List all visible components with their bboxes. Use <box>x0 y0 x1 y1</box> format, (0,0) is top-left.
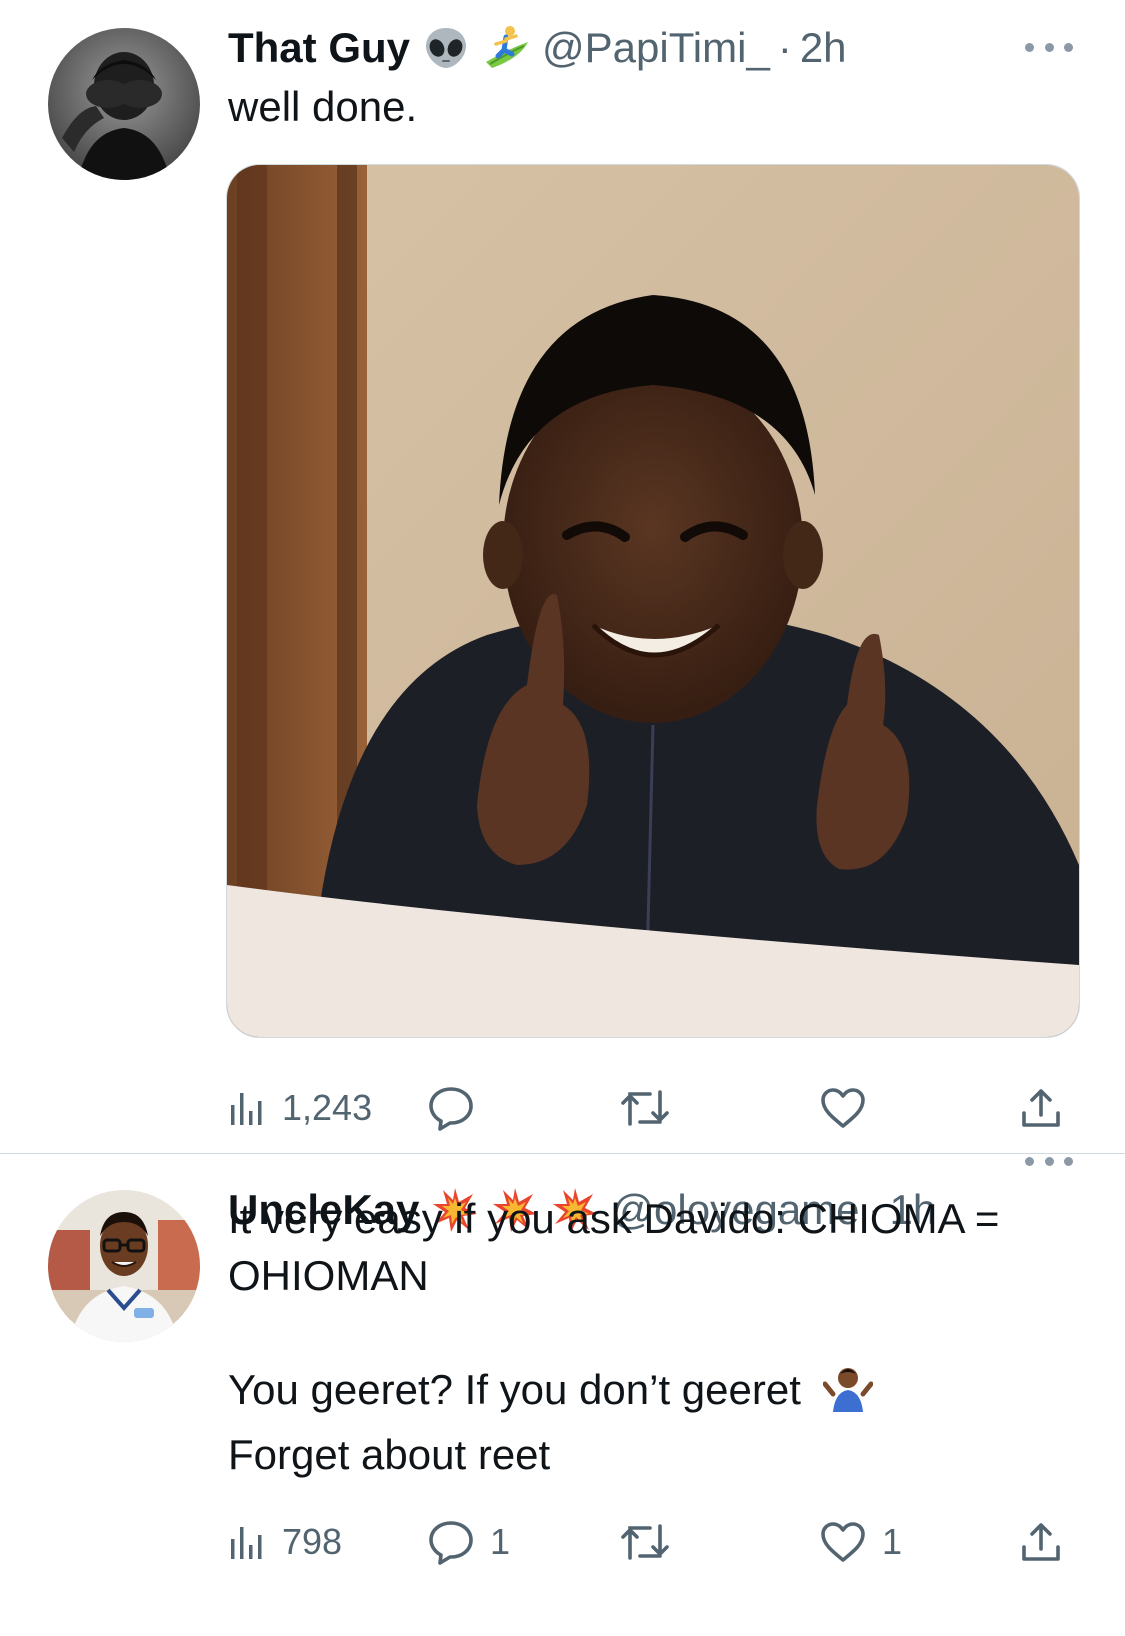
tweet[interactable]: UncleKay @oloyegame · 1h It very easy if… <box>0 1154 1125 1636</box>
retweet-button[interactable] <box>620 1078 686 1138</box>
share-button[interactable] <box>1020 1078 1062 1138</box>
tweet-actions: 1,243 <box>228 1078 1072 1138</box>
like-count: 1 <box>882 1521 903 1562</box>
alien-emoji-icon <box>422 24 470 72</box>
heart-icon <box>820 1521 866 1563</box>
more-options-icon[interactable] <box>1025 37 1073 57</box>
views-button[interactable]: 1,243 <box>228 1078 372 1138</box>
surfer-emoji-icon <box>482 24 530 72</box>
tweet[interactable]: That Guy @PapiTimi_ · 2h well done. 1,24… <box>0 0 1125 1153</box>
tweet-text: well done. <box>228 78 1088 135</box>
display-name[interactable]: That Guy <box>228 24 410 72</box>
analytics-icon <box>228 1089 266 1127</box>
share-icon <box>1020 1521 1062 1563</box>
avatar[interactable] <box>48 1190 200 1342</box>
like-button[interactable] <box>820 1078 882 1138</box>
reply-icon <box>428 1519 474 1565</box>
retweet-button[interactable] <box>620 1512 686 1572</box>
tweet-text-line: well done. <box>228 83 418 130</box>
separator-dot: · <box>777 24 792 71</box>
like-button[interactable]: 1 <box>820 1512 902 1572</box>
tweet-text-line: It very easy if you ask Davido: CHIOMA = <box>228 1195 1000 1242</box>
tweet-text-line: OHIOMAN <box>228 1252 429 1299</box>
avatar[interactable] <box>48 28 200 180</box>
analytics-icon <box>228 1523 266 1561</box>
reply-count: 1 <box>490 1521 511 1562</box>
reply-icon <box>428 1085 474 1131</box>
retweet-icon <box>620 1088 670 1128</box>
views-count: 798 <box>282 1521 343 1562</box>
tweet-text-segment: You geeret? If you don’t geeret <box>228 1366 801 1413</box>
retweet-icon <box>620 1522 670 1562</box>
share-button[interactable] <box>1020 1512 1062 1572</box>
tweet-header: That Guy @PapiTimi_ · 2h <box>228 20 847 76</box>
share-icon <box>1020 1087 1062 1129</box>
tweet-text-line: You geeret? If you don’t geeret <box>228 1361 1088 1426</box>
tweet-media-image[interactable] <box>226 164 1080 1038</box>
tweet-text-line <box>228 1304 1088 1361</box>
timestamp[interactable]: 2h <box>800 24 847 72</box>
reply-button[interactable]: 1 <box>428 1512 510 1572</box>
more-options-icon[interactable] <box>1025 1151 1073 1171</box>
tweet-actions: 798 1 1 <box>228 1512 1072 1572</box>
tweet-text-line: Forget about reet <box>228 1431 551 1478</box>
views-button[interactable]: 798 <box>228 1512 342 1572</box>
tweet-text: It very easy if you ask Davido: CHIOMA =… <box>228 1190 1088 1483</box>
heart-icon <box>820 1087 866 1129</box>
views-count: 1,243 <box>282 1087 373 1128</box>
reply-button[interactable] <box>428 1078 490 1138</box>
person-shrugging-emoji-icon <box>822 1364 874 1426</box>
user-handle[interactable]: @PapiTimi_ <box>542 24 770 72</box>
